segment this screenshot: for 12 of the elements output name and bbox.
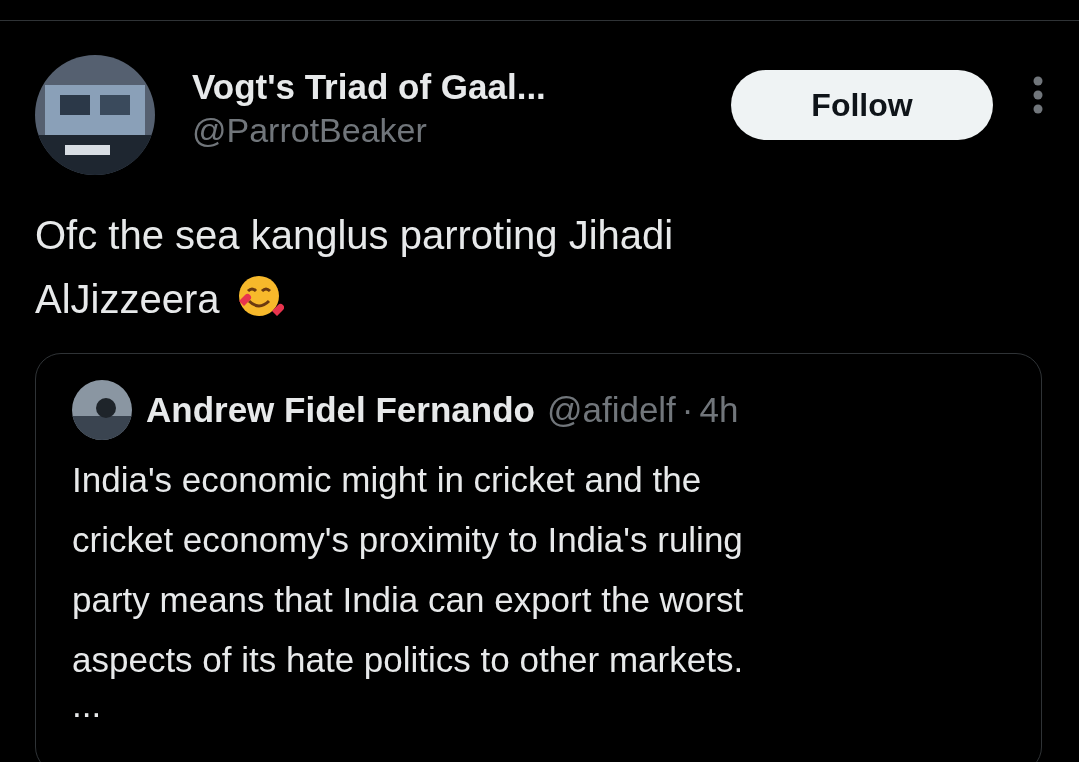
post-time: 4h — [699, 390, 739, 430]
author-handle[interactable]: @ParrotBeaker — [192, 111, 731, 150]
separator: · — [681, 390, 694, 430]
truncation-ellipsis: ... — [72, 690, 102, 720]
more-options-icon[interactable] — [1033, 75, 1043, 115]
author-name[interactable]: Vogt's Triad of Gaal... — [192, 67, 731, 107]
quoted-post-text: India's economic might in cricket and the cricket economy's proximity to India's ruling party means that India can export the worst aspects of its hate politics to other markets. — [72, 459, 745, 681]
avatar — [72, 380, 132, 440]
quoted-author-handle[interactable]: @afidelf — [546, 390, 676, 430]
follow-button[interactable]: Follow — [731, 70, 993, 140]
quoted-author-name[interactable]: Andrew Fidel Fernando — [146, 390, 535, 430]
post-text: Ofc the sea kanglus parroting Jihadi AlJizzeera — [35, 212, 675, 323]
